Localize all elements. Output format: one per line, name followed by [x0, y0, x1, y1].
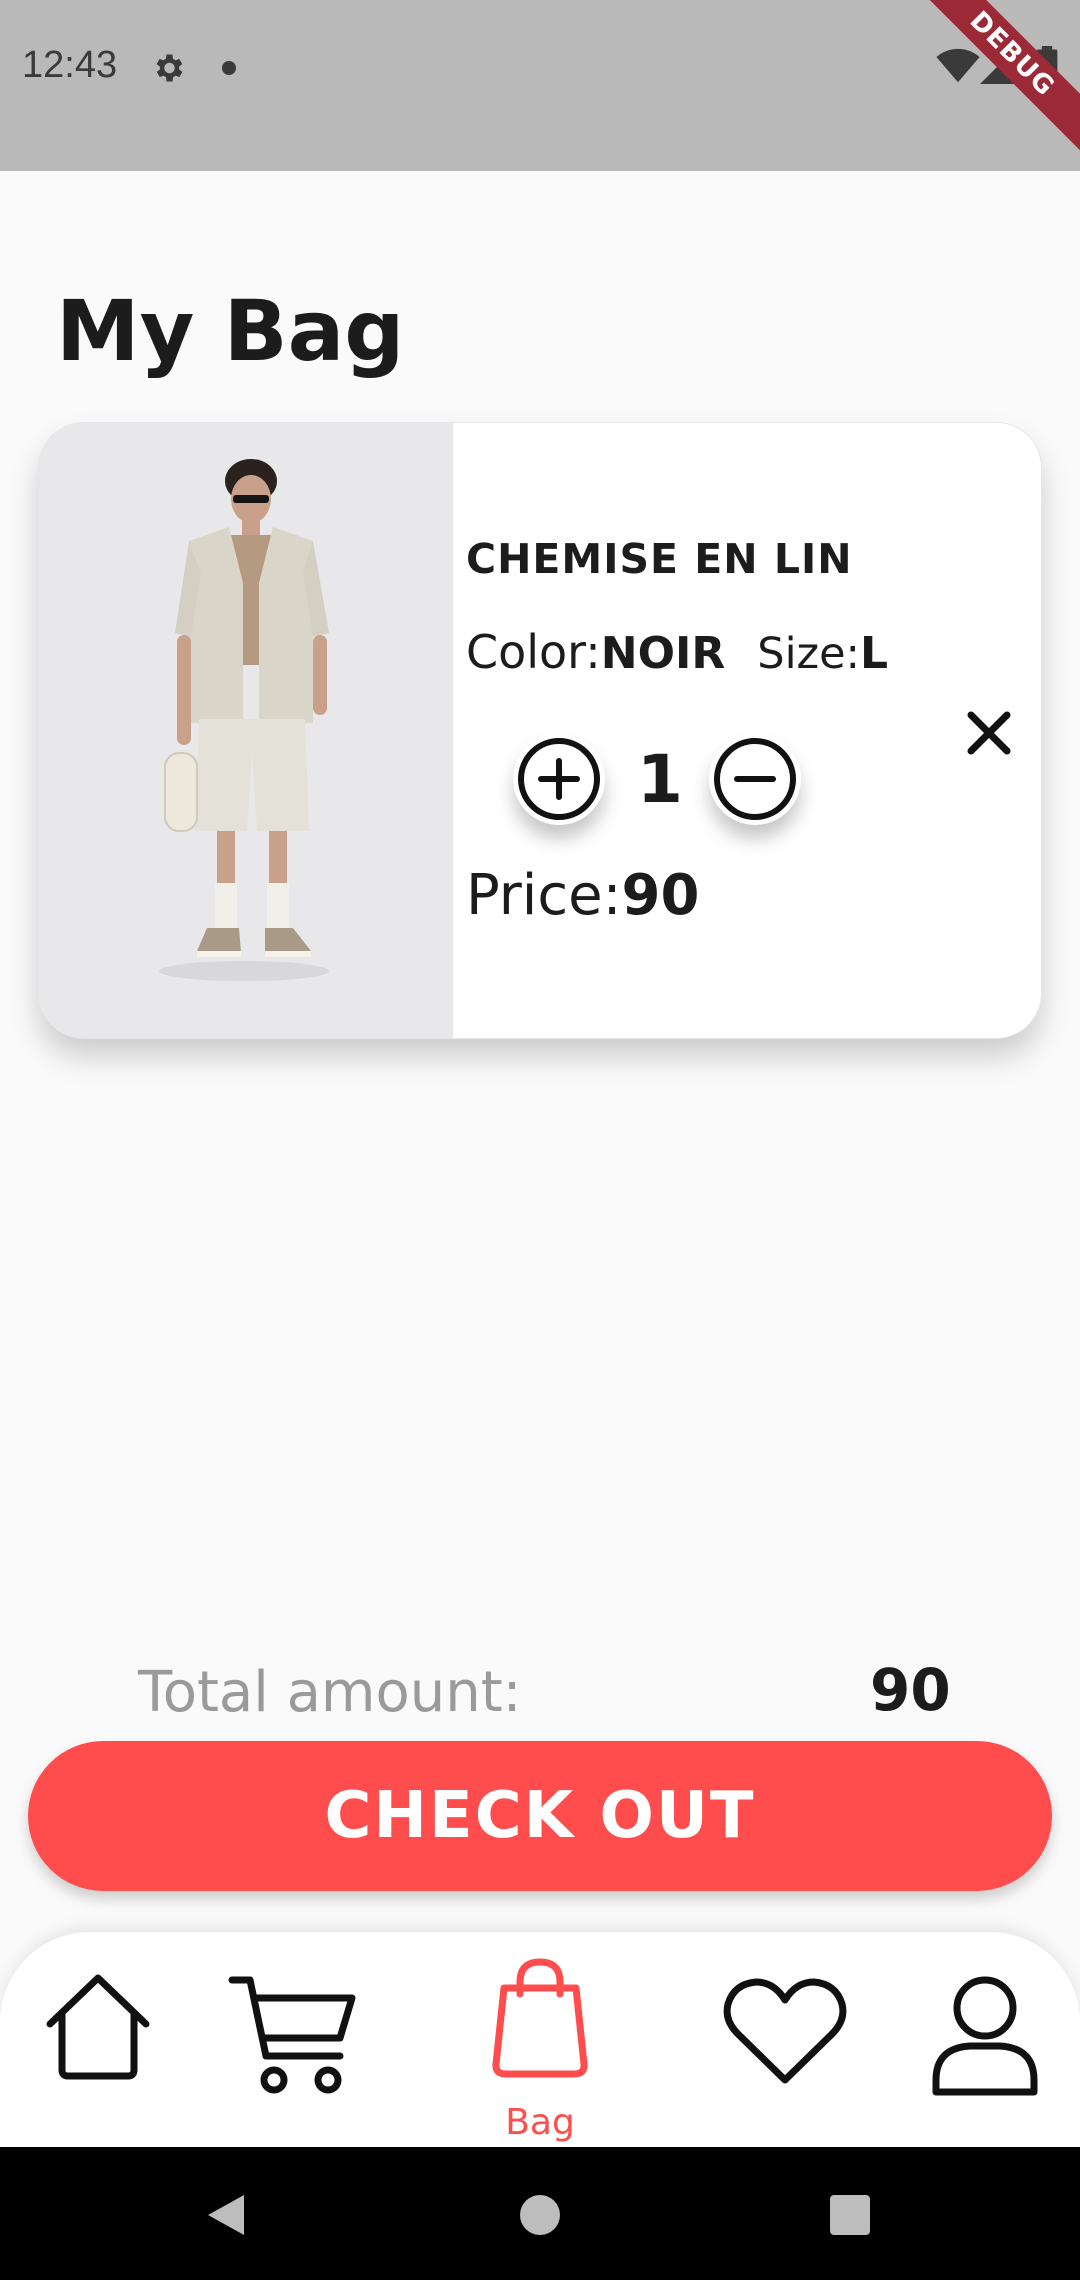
- nav-cart[interactable]: [228, 1974, 356, 2098]
- nav-bag-label: Bag: [505, 2102, 575, 2143]
- bag-item-card[interactable]: CHEMISE EN LIN Color:NOIR Size:L 1 Price:…: [38, 422, 1042, 1039]
- total-amount-value: 90: [870, 1656, 951, 1724]
- quantity-stepper: 1: [473, 733, 801, 829]
- nav-profile[interactable]: [930, 1974, 1040, 2098]
- home-button-icon[interactable]: [520, 2195, 560, 2235]
- cart-icon: [228, 1976, 356, 2094]
- bottom-navigation: Bag: [0, 1932, 1080, 2147]
- checkout-button[interactable]: CHECK OUT: [28, 1741, 1052, 1891]
- increase-quantity-button[interactable]: [513, 733, 605, 825]
- product-name: CHEMISE EN LIN: [466, 535, 853, 583]
- minus-circle-icon: [714, 738, 796, 820]
- color-value: NOIR: [600, 628, 726, 679]
- size-label: Size:: [757, 629, 861, 679]
- home-icon: [46, 1974, 150, 2080]
- wifi-icon: [936, 48, 980, 83]
- back-icon[interactable]: [206, 2193, 246, 2237]
- price-label: Price:: [466, 863, 622, 928]
- profile-icon: [932, 1976, 1038, 2096]
- gear-icon: [156, 54, 183, 82]
- page-title: My Bag: [56, 282, 405, 380]
- bag-icon: [492, 1958, 588, 2078]
- price-value: 90: [621, 863, 700, 928]
- decrease-quantity-button[interactable]: [709, 733, 801, 825]
- plus-circle-icon: [518, 738, 600, 820]
- total-amount-label: Total amount:: [138, 1660, 522, 1725]
- product-image: [39, 423, 453, 1038]
- notification-dot-icon: [222, 61, 236, 75]
- recents-icon[interactable]: [830, 2195, 870, 2235]
- nav-favorites[interactable]: [722, 1976, 848, 2088]
- heart-icon: [723, 1978, 847, 2084]
- quantity-value: 1: [637, 741, 683, 818]
- status-bar: 12:43 DEBUG: [0, 0, 1080, 171]
- close-icon[interactable]: [965, 709, 1013, 757]
- system-navigation-bar: [0, 2147, 1080, 2280]
- product-price: Price:90: [466, 863, 699, 928]
- color-label: Color:: [466, 625, 601, 679]
- product-attributes: Color:NOIR Size:L: [466, 625, 888, 679]
- nav-bag[interactable]: [490, 1954, 590, 2084]
- nav-home[interactable]: [42, 1970, 154, 2082]
- status-time: 12:43: [22, 44, 118, 86]
- size-value: L: [860, 628, 889, 679]
